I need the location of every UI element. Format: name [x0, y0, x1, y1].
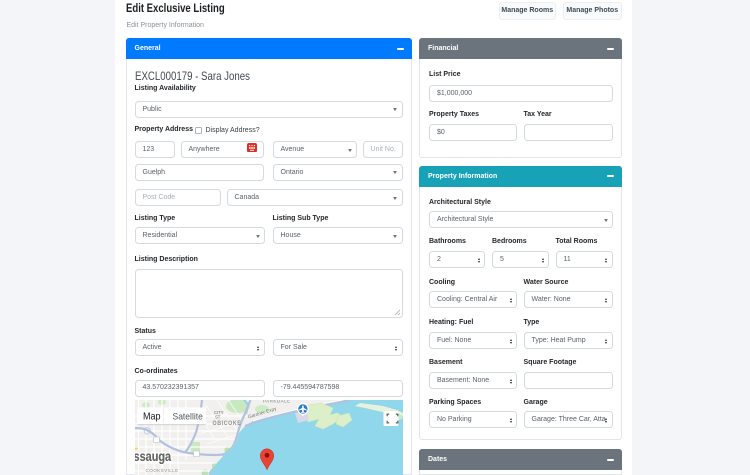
svg-text:Satellite: Satellite	[172, 411, 202, 422]
svg-text:ST: ST	[215, 415, 221, 420]
svg-text:OBICOKE: OBICOKE	[212, 421, 241, 427]
svg-text:ssauga: ssauga	[135, 449, 172, 465]
svg-text:Map: Map	[143, 411, 160, 423]
svg-text:PARKDALE: PARKDALE	[263, 400, 291, 404]
svg-text:COOKSVILLE: COOKSVILLE	[145, 468, 178, 473]
